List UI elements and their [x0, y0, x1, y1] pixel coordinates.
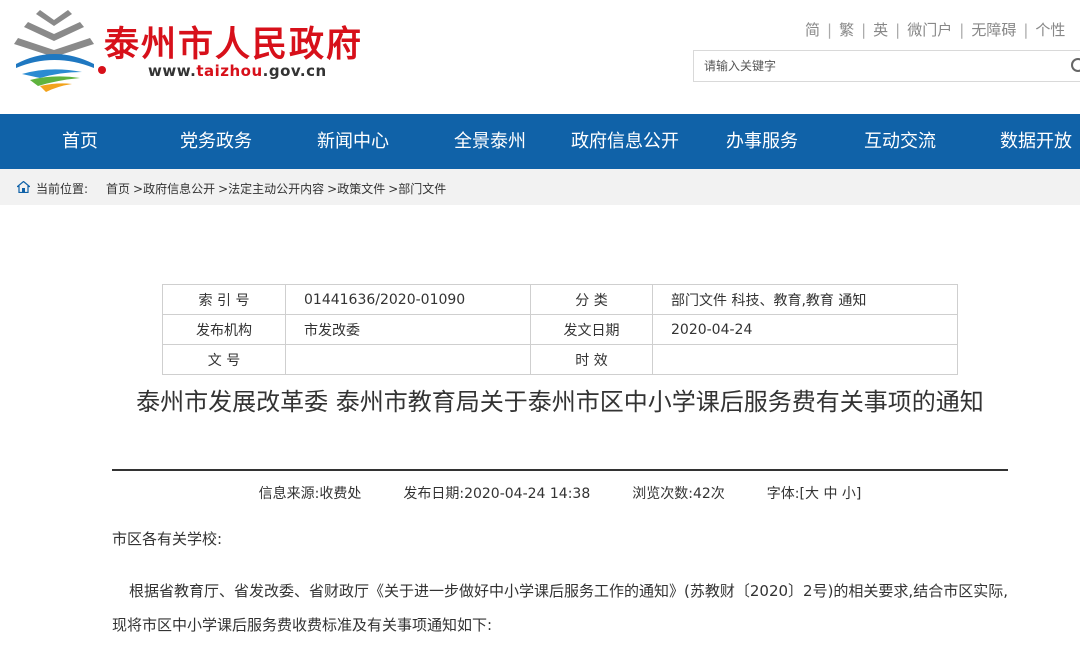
publish-date-label: 发布日期: — [403, 486, 465, 502]
separator: | — [1023, 21, 1029, 39]
font-size-small[interactable]: 小 — [842, 486, 856, 502]
breadcrumb-item-dept-docs[interactable]: >部门文件 — [388, 182, 446, 196]
breadcrumb-item-policy[interactable]: >政策文件 — [327, 182, 385, 196]
separator: | — [895, 21, 901, 39]
separator: | — [827, 21, 833, 39]
site-url[interactable]: www.taizhou.gov.cn — [148, 62, 327, 80]
meta-key-category: 分 类 — [530, 284, 653, 315]
font-size-medium[interactable]: 中 — [823, 486, 837, 502]
link-personalize[interactable]: 个性 — [1035, 21, 1065, 39]
font-size-large[interactable]: 大 — [805, 486, 819, 502]
separator: | — [861, 21, 867, 39]
search-box — [693, 50, 1080, 82]
nav-item-interaction[interactable]: 互动交流 — [864, 114, 936, 169]
article-info-bar: 信息来源:收费处 发布日期:2020-04-24 14:38 浏览次数:42次 字体:… — [112, 483, 1008, 503]
document-meta-table: 索 引 号 01441636/2020-01090 分 类 部门文件 科技、教育… — [162, 284, 958, 375]
article-paragraph: 根据省教育厅、省发改委、省财政厅《关于进一步做好中小学课后服务工作的通知》(苏教… — [112, 582, 1008, 634]
link-accessibility[interactable]: 无障碍 — [971, 21, 1016, 39]
url-badge-icon — [98, 66, 106, 74]
bracket-close: ] — [855, 486, 862, 502]
breadcrumb-items: 首页 >政府信息公开 >法定主动公开内容 >政策文件 >部门文件 — [106, 180, 449, 197]
meta-key-validity: 时 效 — [530, 344, 653, 375]
nav-item-home[interactable]: 首页 — [62, 114, 98, 169]
breadcrumb-item-gov-info[interactable]: >政府信息公开 — [133, 182, 215, 196]
link-traditional[interactable]: 繁 — [839, 21, 854, 39]
nav-item-party-affairs[interactable]: 党务政务 — [180, 114, 252, 169]
search-icon[interactable] — [1070, 57, 1080, 77]
article-title: 泰州市发展改革委 泰州市教育局关于泰州市区中小学课后服务费有关事项的通知 — [136, 388, 984, 416]
meta-key-doc-number: 文 号 — [162, 344, 286, 375]
font-size-label: 字体: — [766, 486, 800, 502]
top-links: 简 | 繁 | 英 | 微门户 | 无障碍 | 个性 — [805, 19, 1065, 40]
nav-item-services[interactable]: 办事服务 — [726, 114, 798, 169]
taizhou-gov-logo[interactable] — [10, 8, 100, 94]
meta-value-doc-number — [285, 344, 531, 375]
meta-key-index: 索 引 号 — [162, 284, 286, 315]
meta-value-validity — [652, 344, 958, 375]
breadcrumb: 当前位置: 首页 >政府信息公开 >法定主动公开内容 >政策文件 >部门文件 — [0, 169, 1080, 205]
url-highlight: taizhou — [196, 62, 263, 80]
separator: | — [959, 21, 965, 39]
nav-item-gov-info[interactable]: 政府信息公开 — [571, 114, 679, 169]
meta-value-issue-date: 2020-04-24 — [652, 314, 958, 345]
nav-item-news[interactable]: 新闻中心 — [317, 114, 389, 169]
article-salutation: 市区各有关学校: — [112, 530, 223, 548]
table-row: 索 引 号 01441636/2020-01090 分 类 部门文件 科技、教育… — [162, 284, 958, 315]
meta-key-issue-date: 发文日期 — [530, 314, 653, 345]
table-row: 文 号 时 效 — [162, 344, 958, 375]
main-nav: 首页 党务政务 新闻中心 全景泰州 政府信息公开 办事服务 互动交流 数据开放 — [0, 114, 1080, 169]
meta-value-index: 01441636/2020-01090 — [285, 284, 531, 315]
views-label: 浏览次数: — [632, 486, 693, 502]
link-english[interactable]: 英 — [873, 21, 888, 39]
link-simplified[interactable]: 简 — [805, 21, 820, 39]
breadcrumb-label: 当前位置: — [36, 182, 89, 196]
title-divider — [112, 469, 1008, 471]
site-title[interactable]: 泰州市人民政府 — [104, 16, 363, 67]
views-value: 42次 — [692, 486, 725, 502]
publish-date-value: 2020-04-24 14:38 — [464, 486, 591, 502]
nav-item-panorama[interactable]: 全景泰州 — [454, 114, 526, 169]
search-input[interactable] — [694, 51, 1066, 81]
meta-value-publisher: 市发改委 — [285, 314, 531, 345]
font-size-control: 字体:[大 中 小] — [767, 486, 862, 502]
source-value: 收费处 — [319, 486, 362, 502]
home-icon — [17, 181, 30, 193]
url-suffix: .gov.cn — [262, 62, 327, 80]
meta-key-publisher: 发布机构 — [162, 314, 286, 345]
table-row: 发布机构 市发改委 发文日期 2020-04-24 — [162, 314, 958, 345]
nav-item-open-data[interactable]: 数据开放 — [1000, 114, 1072, 169]
source-label: 信息来源: — [258, 486, 320, 502]
meta-value-category: 部门文件 科技、教育,教育 通知 — [652, 284, 958, 315]
breadcrumb-item-home[interactable]: 首页 — [106, 182, 130, 196]
site-header: 泰州市人民政府 www.taizhou.gov.cn 简 | 繁 | 英 | 微门户 | 无障碍… — [0, 0, 1080, 114]
breadcrumb-item-statutory[interactable]: >法定主动公开内容 — [218, 182, 324, 196]
link-micro-portal[interactable]: 微门户 — [907, 21, 952, 39]
url-prefix: www. — [148, 62, 197, 80]
